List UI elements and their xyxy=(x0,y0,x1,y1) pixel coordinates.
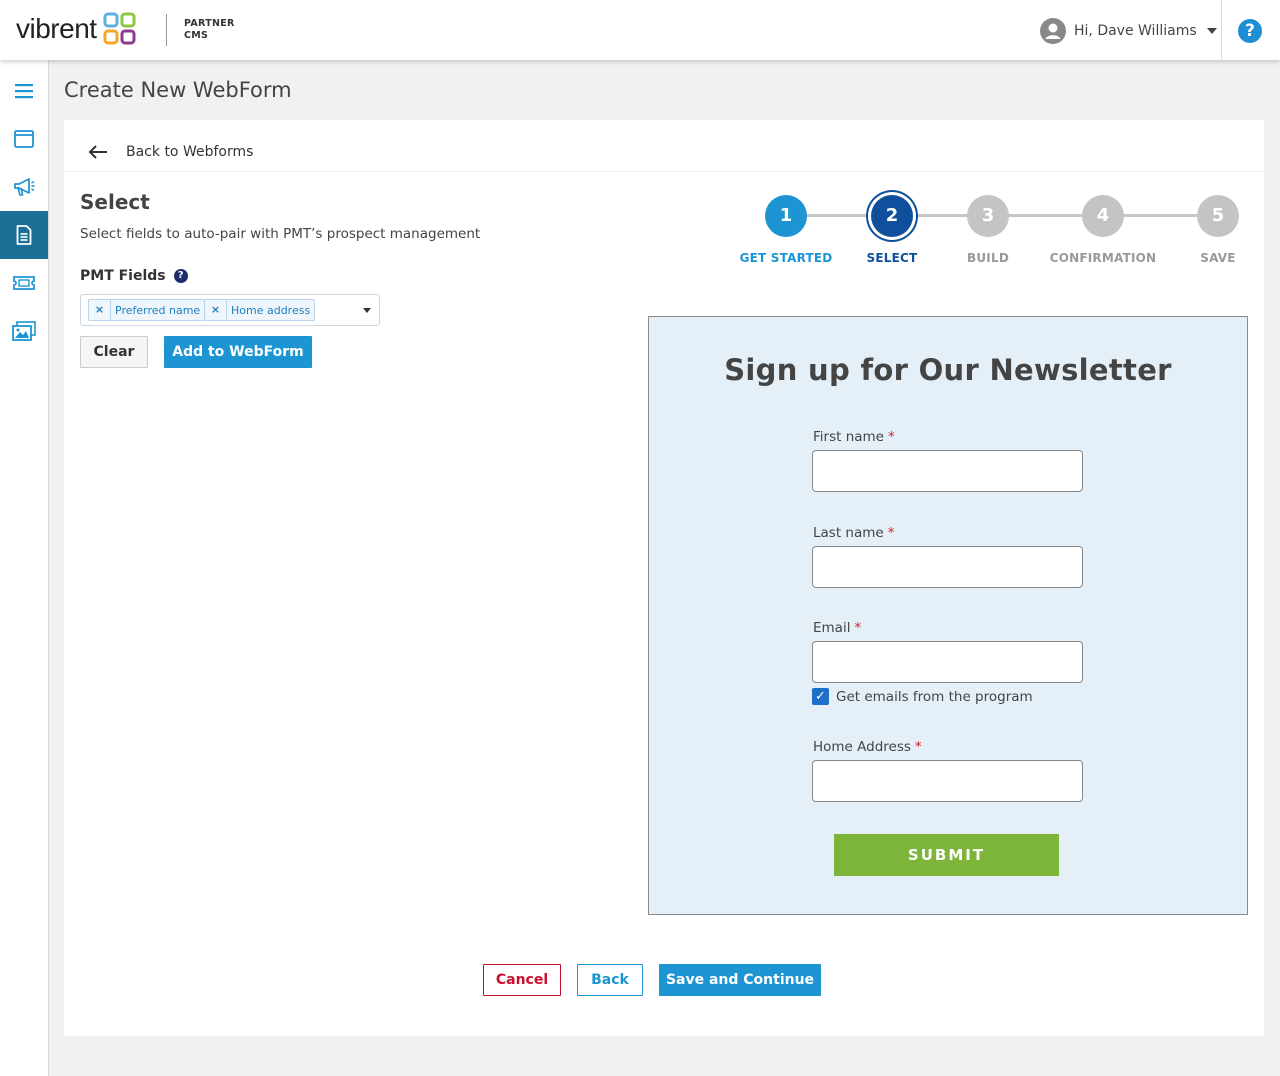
product-label: PARTNER CMS xyxy=(184,18,235,42)
sidebar xyxy=(0,60,49,1076)
home-address-field[interactable] xyxy=(812,760,1083,802)
email-label: Email * xyxy=(813,620,861,636)
required-marker: * xyxy=(888,429,895,445)
sidebar-item-events[interactable] xyxy=(0,259,48,307)
required-marker: * xyxy=(854,620,862,636)
preview-title: Sign up for Our Newsletter xyxy=(724,353,1172,387)
home-address-label-text: Home Address xyxy=(813,739,911,755)
cancel-button[interactable]: Cancel xyxy=(483,964,561,996)
email-label-text: Email xyxy=(813,620,851,636)
pmt-fields-multiselect[interactable]: × Preferred name × Home address xyxy=(80,294,380,326)
image-gallery-icon xyxy=(12,321,36,341)
sidebar-item-pages[interactable] xyxy=(0,115,48,163)
selected-chip: × Home address xyxy=(204,299,316,321)
product-label-line2: CMS xyxy=(184,30,209,41)
required-marker: * xyxy=(914,739,922,755)
brand-name: vibrent xyxy=(16,13,97,44)
dropdown-caret-icon[interactable] xyxy=(363,308,371,313)
remove-chip-icon[interactable]: × xyxy=(205,300,227,320)
sidebar-item-campaigns[interactable] xyxy=(0,163,48,211)
required-marker: * xyxy=(887,525,895,541)
back-to-webforms-label: Back to Webforms xyxy=(126,144,254,160)
first-name-label: First name * xyxy=(813,429,895,445)
remove-chip-icon[interactable]: × xyxy=(89,300,111,320)
step-5-label: SAVE xyxy=(1200,251,1236,265)
logo-divider xyxy=(166,14,167,46)
sidebar-item-menu[interactable] xyxy=(0,67,48,115)
top-bar: vibrent PARTNER CMS Hi, Dave Williams ? xyxy=(0,0,1280,60)
webform-preview: Sign up for Our Newsletter First name * L… xyxy=(648,316,1248,915)
brand-mark-icon xyxy=(103,12,136,45)
step-5-circle[interactable]: 5 xyxy=(1197,195,1239,237)
last-name-field[interactable] xyxy=(812,546,1083,588)
last-name-label: Last name * xyxy=(813,525,894,541)
divider xyxy=(64,171,1264,172)
email-field[interactable] xyxy=(812,641,1083,683)
step-1-circle[interactable]: 1 xyxy=(765,195,807,237)
document-icon xyxy=(16,225,32,245)
help-icon[interactable]: ? xyxy=(1238,19,1262,43)
avatar-icon xyxy=(1040,18,1066,44)
home-address-label: Home Address * xyxy=(813,739,922,755)
section-title: Select xyxy=(80,190,150,214)
user-greeting: Hi, Dave Williams xyxy=(1074,23,1197,39)
back-to-webforms-link[interactable]: Back to Webforms xyxy=(88,144,253,160)
selected-chip: × Preferred name xyxy=(88,299,206,321)
step-4-circle[interactable]: 4 xyxy=(1082,195,1124,237)
arrow-left-icon xyxy=(88,145,107,159)
menu-icon xyxy=(15,84,33,99)
browser-window-icon xyxy=(14,130,34,148)
pmt-fields-label: PMT Fields ? xyxy=(80,268,188,284)
back-button[interactable]: Back xyxy=(577,964,643,996)
first-name-field[interactable] xyxy=(812,450,1083,492)
brand-logo[interactable]: vibrent xyxy=(16,12,137,46)
submit-button[interactable]: SUBMIT xyxy=(834,834,1059,876)
megaphone-icon xyxy=(14,178,35,196)
save-and-continue-button[interactable]: Save and Continue xyxy=(659,964,821,996)
section-subtitle: Select fields to auto-pair with PMT’s pr… xyxy=(80,226,481,242)
chevron-down-icon xyxy=(1206,28,1217,34)
email-opt-in-checkbox[interactable]: ✓ Get emails from the program xyxy=(812,688,1033,705)
question-icon[interactable]: ? xyxy=(173,269,188,283)
chip-label: Home address xyxy=(231,303,311,317)
sidebar-item-media[interactable] xyxy=(0,307,48,355)
sidebar-item-webforms[interactable] xyxy=(0,211,48,259)
product-label-line1: PARTNER xyxy=(184,18,235,29)
last-name-label-text: Last name xyxy=(813,525,884,541)
email-opt-in-label: Get emails from the program xyxy=(836,688,1033,705)
add-to-webform-button[interactable]: Add to WebForm xyxy=(164,336,312,368)
chip-label: Preferred name xyxy=(115,303,201,317)
pmt-fields-label-text: PMT Fields xyxy=(80,268,166,284)
user-menu[interactable]: Hi, Dave Williams xyxy=(1040,18,1217,44)
checkmark-icon: ✓ xyxy=(812,688,829,705)
clear-button[interactable]: Clear xyxy=(80,336,148,368)
page-title: Create New WebForm xyxy=(64,78,292,102)
first-name-label-text: First name xyxy=(813,429,884,445)
main-card: Back to Webforms Select Select fields to… xyxy=(64,120,1264,1036)
header-divider xyxy=(1221,0,1222,60)
ticket-icon xyxy=(13,276,35,290)
step-2-circle[interactable]: 2 xyxy=(871,195,913,237)
step-3-circle[interactable]: 3 xyxy=(967,195,1009,237)
